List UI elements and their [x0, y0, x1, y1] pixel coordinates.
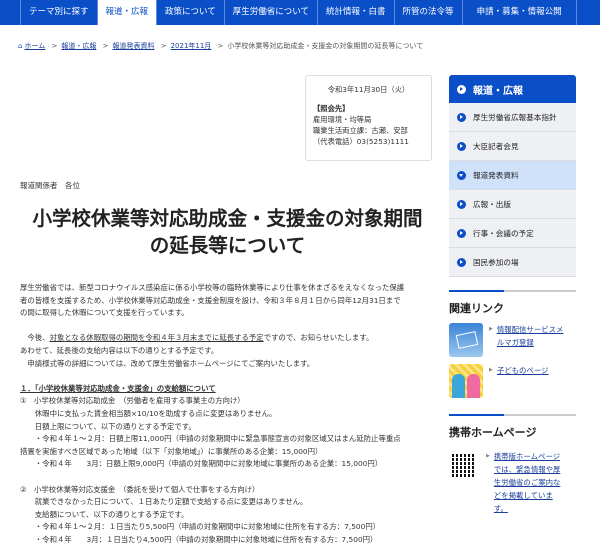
- title-line-2: の延長等について: [150, 234, 305, 257]
- nav-tab-policy[interactable]: 政策について: [156, 0, 224, 25]
- mail-magazine-link[interactable]: 情報配信サービスメルマガ登録: [497, 323, 569, 357]
- sidebar-menu: 報道・広報 厚生労働省広報基本指針 大臣記者会見 報道発表資料 広報・出版 行事…: [449, 75, 576, 277]
- sidebar-item-pr-policy[interactable]: 厚生労働省広報基本指針: [449, 103, 576, 132]
- qr-code-icon: [452, 453, 476, 477]
- list-item: ・令和４年 3月：日額上限9,000円（申請の対象期間中に対象地域に事業所のある…: [20, 458, 438, 471]
- list-item: 休暇中に支払った賃金相当額×10/10を助成する点に変更はありません。: [20, 408, 438, 421]
- breadcrumb-separator: >: [161, 42, 167, 50]
- sidebar-header[interactable]: 報道・広報: [449, 75, 576, 103]
- breadcrumb-separator: >: [103, 42, 109, 50]
- breadcrumb: ⌂ホーム >報道・広報 >報道発表資料 >2021年11月 >小学校休業等対応助…: [18, 41, 423, 51]
- list-item: ・令和４年 3月：１日当たり4,500円（申請の対象期間中に対象地域に住所を有す…: [20, 534, 438, 546]
- global-nav: テーマ別に探す 報道・広報 政策について 厚生労働省について 統計情報・白書 所…: [0, 0, 600, 25]
- nav-tab-about[interactable]: 厚生労働省について: [224, 0, 317, 25]
- triangle-icon: ▶: [489, 323, 493, 357]
- text: 今後、: [20, 333, 50, 342]
- mail-envelope-image[interactable]: [449, 323, 483, 357]
- breadcrumb-releases[interactable]: 報道発表資料: [112, 42, 154, 50]
- arrow-circle-icon: [457, 142, 466, 151]
- chevron-down-circle-icon: [457, 171, 466, 180]
- breadcrumb-month[interactable]: 2021年11月: [171, 42, 212, 50]
- mobile-site-link[interactable]: 携帯版ホームページでは、緊急情報や厚生労働省のご案内などを掲載しています。: [494, 450, 566, 515]
- contact-bureau: 雇用環境・均等局: [313, 114, 424, 125]
- kids-page-image[interactable]: [449, 364, 483, 398]
- list-item: 支給額について、以下の通りとする予定です。: [20, 509, 438, 522]
- list-item: ② 小学校休業等対応支援金 （委託を受けて個人で仕事をする方向け）: [20, 484, 438, 497]
- contact-box: 令和3年11月30日（火） 【照会先】 雇用環境・均等局 職業生活両立課：古瀬、…: [305, 75, 432, 161]
- breadcrumb-home[interactable]: ホーム: [24, 42, 45, 50]
- paragraph-line: 厚生労働省では、新型コロナウイルス感染症に係る小学校等の臨時休業等により仕事を休…: [20, 282, 438, 295]
- arrow-circle-icon: [457, 229, 466, 238]
- list-item: 措置を実施すべき区域であった地域（以下「対象地域」）に事業所のある企業：15,0…: [20, 446, 438, 459]
- triangle-icon: ▶: [486, 450, 490, 515]
- paragraph-line: 者の皆様を支援するため、小学校休業等対応助成金・支援金制度を設け、令和３年８月１…: [20, 295, 438, 308]
- paragraph-line: あわせて、延長後の支給内容は以下の通りとする予定です。: [20, 345, 438, 358]
- title-line-1: 小学校休業等対応助成金・支援金の対象期間: [32, 207, 422, 230]
- kids-page-link[interactable]: 子どものページ: [497, 364, 569, 398]
- release-date: 令和3年11月30日（火）: [313, 84, 424, 95]
- arrow-circle-icon: [457, 200, 466, 209]
- paragraph-line: の間に取得した休暇について支援を行っています。: [20, 307, 438, 320]
- press-release-body: 厚生労働省では、新型コロナウイルス感染症に係る小学校等の臨時休業等により仕事を休…: [20, 282, 438, 546]
- text: ですので、お知らせいたします。: [264, 333, 374, 342]
- sidebar-item-label: 大臣記者会見: [473, 141, 519, 152]
- mobile-heading: 携帯ホームページ: [449, 414, 576, 440]
- mobile-link: ▶ 携帯版ホームページでは、緊急情報や厚生労働省のご案内などを掲載しています。: [449, 450, 566, 515]
- nav-tab-press[interactable]: 報道・広報: [97, 0, 157, 25]
- sidebar-item-label: 国民参加の場: [473, 257, 519, 268]
- sidebar-item-label: 行事・会議の予定: [473, 228, 534, 239]
- home-icon: ⌂: [18, 42, 22, 50]
- breadcrumb-separator: >: [51, 42, 57, 50]
- related-link-kids: ▶ 子どものページ: [449, 364, 569, 398]
- list-item: ・令和４年１～２月：１日当たり5,500円（申請の対象期間中に対象地域に住所を有…: [20, 521, 438, 534]
- sidebar-item-label: 報道発表資料: [473, 170, 519, 181]
- arrow-circle-icon: [457, 85, 466, 94]
- section-heading: １．「小学校休業等対応助成金・支援金」の支給額について: [20, 383, 438, 396]
- addressee: 報道関係者 各位: [20, 180, 80, 191]
- sidebar-item-publications[interactable]: 広報・出版: [449, 190, 576, 219]
- sidebar-item-participation[interactable]: 国民参加の場: [449, 248, 576, 277]
- list-item: 日額上限について、以下の通りとする予定です。: [20, 421, 438, 434]
- contact-label: 【照会先】: [313, 103, 424, 114]
- nav-tab-statistics[interactable]: 統計情報・白書: [317, 0, 394, 25]
- sidebar-item-label: 厚生労働省広報基本指針: [473, 112, 557, 123]
- list-item: ・令和４年１～２月：日額上限11,000円（申請の対象期間中に緊急事態宣言の対象…: [20, 433, 438, 446]
- arrow-circle-icon: [457, 113, 466, 122]
- sidebar-header-label: 報道・広報: [473, 82, 523, 97]
- underlined-notice: 対象となる休暇取得の期間を令和４年３月末までに延長する予定: [50, 333, 264, 342]
- nav-tab-theme[interactable]: テーマ別に探す: [20, 0, 97, 25]
- breadcrumb-current: 小学校休業等対応助成金・支援金の対象期間の延長等について: [227, 42, 423, 50]
- paragraph-extension: 今後、対象となる休暇取得の期間を令和４年３月末までに延長する予定ですので、お知ら…: [20, 332, 438, 345]
- paragraph-line: 申請様式等の詳細については、改めて厚生労働省ホームページにてご案内いたします。: [20, 358, 438, 371]
- sidebar-item-label: 広報・出版: [473, 199, 511, 210]
- sidebar-item-press-releases[interactable]: 報道発表資料: [449, 161, 576, 190]
- list-item: ① 小学校休業等対応助成金 （労働者を雇用する事業主の方向け）: [20, 395, 438, 408]
- breadcrumb-press[interactable]: 報道・広報: [61, 42, 96, 50]
- arrow-circle-icon: [457, 258, 466, 267]
- sidebar-item-events[interactable]: 行事・会議の予定: [449, 219, 576, 248]
- page-title: 小学校休業等対応助成金・支援金の対象期間の延長等について: [20, 205, 435, 259]
- related-link-mail: ▶ 情報配信サービスメルマガ登録: [449, 323, 569, 357]
- list-item: 就業できなかった日について、１日あたり定額で支給する点に変更はありません。: [20, 496, 438, 509]
- breadcrumb-separator: >: [218, 42, 224, 50]
- nav-tab-laws[interactable]: 所管の法令等: [394, 0, 462, 25]
- triangle-icon: ▶: [489, 364, 493, 398]
- nav-tab-applications[interactable]: 申請・募集・情報公開: [462, 0, 577, 25]
- related-links-heading: 関連リンク: [449, 290, 576, 316]
- contact-phone: （代表電話）03(5253)1111: [313, 136, 424, 147]
- contact-section: 職業生活両立課：古瀬、安部: [313, 125, 424, 136]
- sidebar-item-press-conference[interactable]: 大臣記者会見: [449, 132, 576, 161]
